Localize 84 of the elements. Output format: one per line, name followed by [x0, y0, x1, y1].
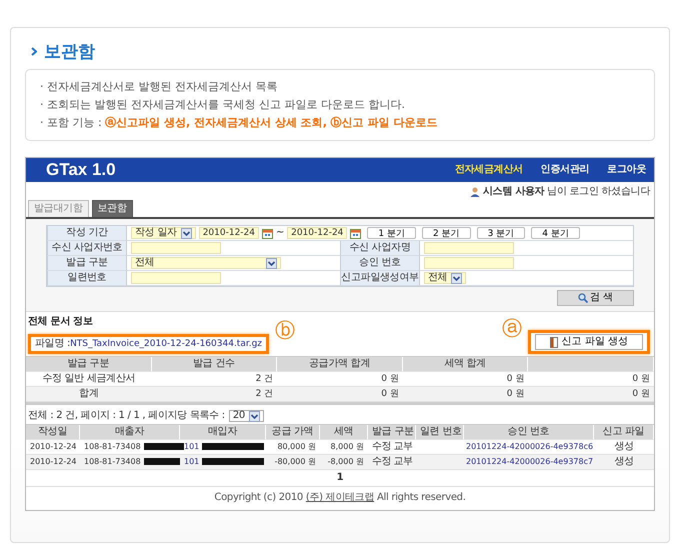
column-header: 신고 파일 — [594, 425, 654, 440]
redaction-bar — [144, 443, 184, 450]
search-icon — [578, 293, 588, 303]
user-icon — [470, 186, 480, 196]
redaction-bar — [202, 458, 264, 466]
page-link[interactable]: 1 — [336, 472, 344, 484]
form-label: 신고파일생성여부 — [340, 271, 420, 286]
column-header: 발급 건수 — [152, 357, 278, 372]
input-field[interactable] — [131, 242, 221, 254]
chevron-icon — [31, 47, 37, 56]
table-cell: -80,000 원 — [266, 455, 320, 470]
marker-label: ⓑ — [275, 320, 295, 340]
quarter-button[interactable]: 3 분기 — [476, 227, 526, 239]
table-cell: 0 원 — [528, 387, 654, 402]
input-field[interactable] — [131, 272, 221, 284]
column-header: 일련 번호 — [416, 425, 464, 440]
form-label: 작성 기간 — [47, 226, 127, 241]
input-field[interactable] — [424, 242, 514, 254]
column-header: 매출자 — [80, 425, 180, 440]
table-cell: 2 건 — [152, 387, 278, 402]
company-link[interactable]: (주) 제이테크랩 — [306, 492, 374, 503]
date-field[interactable]: 2010-12-24 — [287, 227, 348, 239]
page-title: 보관함 — [44, 41, 95, 63]
table-cell: 수정 교부 — [368, 455, 416, 470]
nav-link[interactable]: 로그아웃 — [607, 164, 646, 176]
table-cell: -8,000 원 — [320, 455, 368, 470]
column-header: 발급 구분 — [368, 425, 416, 440]
quarter-button[interactable]: 4 분기 — [531, 227, 580, 239]
document-icon — [550, 336, 558, 348]
notice-text: · 포함 기능 : ⓐ신고파일 생성, 전자세금계산서 상세 조회, ⓑ신고 파일 다운로드 — [40, 116, 438, 130]
column-header: 작성일 — [26, 425, 80, 440]
column-header: 발급 구분 — [26, 357, 152, 372]
form-label: 수신 사업자명 — [340, 241, 420, 256]
approval-link[interactable]: 20101224-42000026-4e9378c7 — [464, 455, 594, 470]
quarter-button[interactable]: 1 분기 — [367, 227, 416, 239]
table-cell: 합계 — [26, 387, 152, 402]
select-field[interactable]: 전체 — [131, 257, 281, 269]
buyer-link[interactable]: 101 — [184, 442, 200, 451]
select-field[interactable]: 작성 일자 — [131, 227, 196, 239]
column-header: 승인 번호 — [464, 425, 594, 440]
seller-number: 108-81-73408 — [84, 457, 141, 466]
column-header: 세액 — [320, 425, 368, 440]
select-field[interactable]: 전체 — [424, 272, 466, 284]
section-title: 전체 문서 정보 — [28, 316, 94, 328]
date-field[interactable]: 2010-12-24 — [198, 227, 259, 239]
form-label: 일련번호 — [47, 271, 127, 286]
calendar-icon[interactable] — [350, 228, 362, 238]
search-button[interactable]: 검 색 — [556, 290, 634, 306]
redaction-bar — [202, 443, 264, 450]
column-header: 세액 합계 — [402, 357, 528, 372]
select-field[interactable]: 20 — [228, 410, 264, 422]
tab[interactable]: 보관함 — [92, 200, 133, 217]
input-field[interactable] — [424, 257, 514, 269]
table-cell: 0 원 — [402, 387, 528, 402]
file-name-label: 파일명 : — [35, 338, 70, 350]
calendar-icon[interactable] — [262, 228, 273, 238]
seller-number: 108-81-73408 — [84, 442, 141, 451]
form-label: 승인 번호 — [340, 256, 420, 271]
column-header: 공급가액 합계 — [277, 357, 403, 372]
caret-icon — [451, 272, 462, 284]
login-status: 시스템 사용자 님이 로그인 하셨습니다 — [482, 186, 650, 198]
caret-icon — [266, 258, 277, 268]
nav-link[interactable]: 인증서관리 — [540, 164, 590, 176]
app-logo: GTax 1.0 — [46, 164, 116, 176]
nav-link[interactable]: 전자세금계산서 — [454, 164, 523, 176]
range-separator: ~ — [276, 227, 284, 239]
caret-icon — [249, 410, 260, 422]
notice-text: · 전자세금계산서로 발행된 전자세금계산서 목록 — [40, 80, 278, 94]
table-cell: 0 원 — [277, 387, 403, 402]
notice-text: · 조회되는 발행된 전자세금계산서를 국세청 신고 파일로 다운로드 합니다. — [40, 98, 406, 112]
column-header: 공급 가액 — [266, 425, 320, 440]
copyright-text: Copyright (c) 2010 (주) 제이테크랩 All rights reserved. — [213, 491, 467, 505]
file-link[interactable]: NTS_TaxInvoice_2010-12-24-160344.tar.gz — [70, 338, 262, 350]
column-header: 매입자 — [180, 425, 266, 440]
form-label: 수신 사업자번호 — [47, 241, 127, 256]
table-cell: 2010-12-24 — [26, 455, 80, 470]
list-info: 전체 : 2 건, 페이지 : 1 / 1 , 페이지당 목록수 : — [28, 410, 225, 422]
table-cell: 생성 — [594, 455, 654, 470]
form-label: 발급 구분 — [47, 256, 127, 271]
marker-label: ⓐ — [502, 318, 522, 338]
buyer-link[interactable]: 101 — [184, 457, 200, 466]
caret-icon — [180, 228, 192, 238]
quarter-button[interactable]: 2 분기 — [422, 227, 471, 239]
create-file-button[interactable]: 신고 파일 생성 — [534, 334, 643, 350]
